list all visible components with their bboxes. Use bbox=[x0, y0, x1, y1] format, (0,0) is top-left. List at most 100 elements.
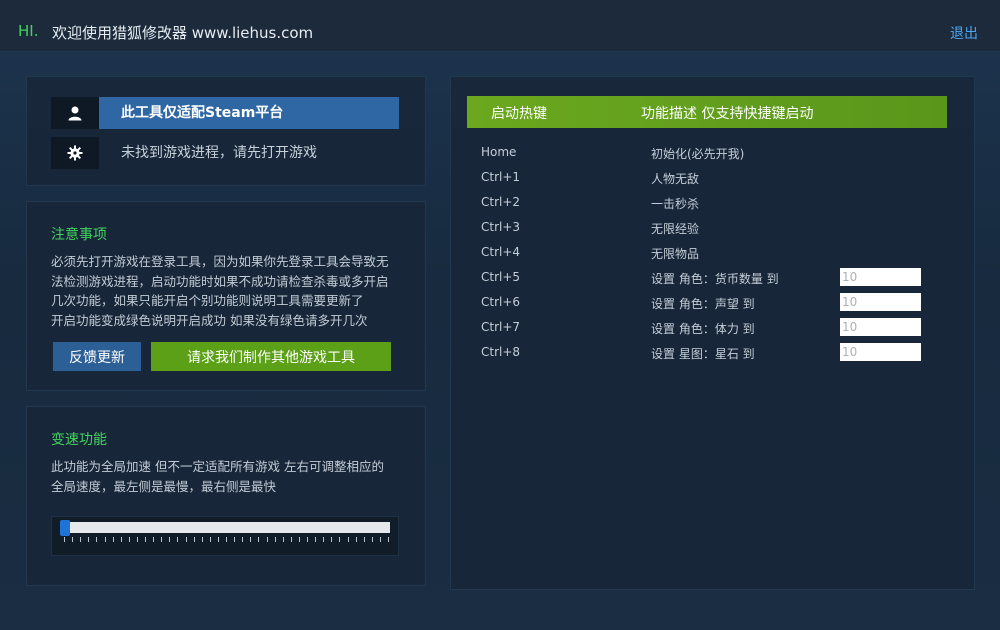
notes-text: 必须先打开游戏在登录工具，因为如果你先登录工具会导致无 法检测游戏进程，启动功能… bbox=[51, 252, 407, 330]
slider-tick bbox=[177, 537, 179, 542]
hotkey-description: 设置 角色：货币数量 到 bbox=[651, 272, 779, 286]
hotkey-key: Ctrl+7 bbox=[481, 320, 521, 334]
hotkey-row[interactable]: Ctrl+5 设置 角色：货币数量 到 bbox=[481, 267, 931, 289]
hotkey-key: Ctrl+2 bbox=[481, 195, 521, 209]
slider-tick bbox=[104, 537, 106, 542]
slider-tick bbox=[242, 537, 244, 542]
request-tool-button[interactable]: 请求我们制作其他游戏工具 bbox=[151, 342, 391, 371]
hotkey-row[interactable]: Ctrl+8 设置 星图：星石 到 bbox=[481, 342, 931, 364]
feedback-button[interactable]: 反馈更新 bbox=[53, 342, 141, 371]
hotkey-row[interactable]: Ctrl+1 人物无敌 bbox=[481, 167, 931, 189]
slider-tick bbox=[282, 537, 284, 542]
notes-line: 几次功能，如果只能开启个别功能则说明工具需要更新了 bbox=[51, 293, 364, 308]
speed-line: 全局速度，最左侧是最慢，最右侧是最快 bbox=[51, 478, 277, 494]
slider-tick bbox=[363, 537, 365, 542]
status-row: 未找到游戏进程，请先打开游戏 bbox=[51, 137, 399, 169]
hotkey-description: 设置 角色：声望 到 bbox=[651, 297, 755, 311]
slider-tick bbox=[64, 537, 65, 542]
slider-tick bbox=[88, 537, 90, 542]
slider-tick bbox=[80, 537, 82, 542]
slider-tick bbox=[307, 537, 308, 542]
slider-tick bbox=[161, 537, 163, 542]
slider-tick bbox=[274, 537, 276, 542]
header-hotkey-label: 启动热键 bbox=[491, 106, 547, 122]
slider-thumb[interactable] bbox=[60, 520, 70, 536]
slider-tick bbox=[315, 537, 317, 542]
notes-title: 注意事项 bbox=[51, 227, 107, 243]
hotkey-description: 设置 星图：星石 到 bbox=[651, 347, 755, 361]
hotkey-row[interactable]: Ctrl+3 无限经验 bbox=[481, 217, 931, 239]
slider-tick bbox=[136, 537, 138, 542]
slider-tick bbox=[331, 537, 333, 542]
slider-tick bbox=[217, 537, 219, 542]
slider-tick bbox=[209, 537, 211, 542]
hotkey-key: Ctrl+6 bbox=[481, 295, 521, 309]
reputation-value-input[interactable] bbox=[840, 293, 921, 311]
hotkey-row[interactable]: Ctrl+6 设置 角色：声望 到 bbox=[481, 292, 931, 314]
speed-title: 变速功能 bbox=[51, 432, 107, 448]
user-icon bbox=[51, 97, 99, 129]
hotkeys-header: 启动热键 功能描述 仅支持快捷键启动 bbox=[467, 96, 947, 128]
currency-value-input[interactable] bbox=[840, 268, 921, 286]
hotkey-description: 人物无敌 bbox=[651, 172, 700, 186]
slider-tick bbox=[185, 537, 187, 542]
hotkey-row[interactable]: Ctrl+4 无限物品 bbox=[481, 242, 931, 264]
slider-ticks bbox=[64, 537, 390, 545]
slider-tick bbox=[153, 537, 155, 542]
slider-tick bbox=[388, 537, 389, 542]
hotkey-key: Ctrl+8 bbox=[481, 345, 521, 359]
gear-icon bbox=[51, 137, 99, 169]
slider-tick bbox=[226, 537, 227, 542]
slider-tick bbox=[339, 537, 341, 542]
stamina-value-input[interactable] bbox=[840, 318, 921, 336]
slider-tick bbox=[112, 537, 114, 542]
slider-tick bbox=[371, 537, 373, 542]
hotkey-key: Ctrl+5 bbox=[481, 270, 521, 284]
slider-tick bbox=[355, 537, 357, 542]
slider-tick bbox=[201, 537, 203, 542]
speed-panel: 变速功能 此功能为全局加速 但不一定适配所有游戏 左右可调整相应的 全局速度，最… bbox=[26, 406, 426, 586]
slider-track[interactable] bbox=[64, 522, 390, 533]
slider-tick bbox=[72, 537, 74, 542]
speed-text: 此功能为全局加速 但不一定适配所有游戏 左右可调整相应的 全局速度，最左侧是最慢… bbox=[51, 457, 407, 496]
hotkey-row[interactable]: Home 初始化(必先开我) bbox=[481, 142, 931, 164]
hotkey-description: 设置 角色：体力 到 bbox=[651, 322, 755, 336]
speed-slider[interactable] bbox=[51, 516, 399, 556]
starstone-value-input[interactable] bbox=[840, 343, 921, 361]
slider-tick bbox=[169, 537, 171, 542]
hotkey-key: Home bbox=[481, 145, 517, 159]
hotkey-description: 无限物品 bbox=[651, 247, 700, 261]
slider-tick bbox=[258, 537, 260, 542]
notes-line: 法检测游戏进程，启动功能时如果不成功请检查杀毒或多开启 bbox=[51, 273, 389, 289]
slider-tick bbox=[323, 537, 325, 542]
hotkeys-panel: 启动热键 功能描述 仅支持快捷键启动 Home 初始化(必先开我) Ctrl+1… bbox=[450, 76, 975, 590]
slider-tick bbox=[347, 537, 349, 542]
hotkey-description: 初始化(必先开我) bbox=[651, 147, 745, 161]
speed-line: 此功能为全局加速 但不一定适配所有游戏 左右可调整相应的 bbox=[51, 459, 384, 474]
platform-row: 此工具仅适配Steam平台 bbox=[51, 97, 399, 129]
app-title: 欢迎使用猎狐修改器 www.liehus.com bbox=[52, 24, 314, 42]
greeting-label: HI. bbox=[18, 22, 39, 40]
slider-tick bbox=[266, 537, 268, 542]
slider-tick bbox=[250, 537, 252, 542]
slider-tick bbox=[193, 537, 195, 542]
notes-line: 开启功能变成绿色说明开启成功 如果没有绿色请多开几次 bbox=[51, 312, 368, 328]
hotkey-description: 无限经验 bbox=[651, 222, 700, 236]
hotkey-key: Ctrl+3 bbox=[481, 220, 521, 234]
hotkey-key: Ctrl+1 bbox=[481, 170, 521, 184]
header-description-label: 功能描述 仅支持快捷键启动 bbox=[641, 106, 814, 122]
exit-link[interactable]: 退出 bbox=[950, 23, 978, 43]
platform-label: 此工具仅适配Steam平台 bbox=[99, 97, 399, 129]
slider-tick bbox=[290, 537, 292, 542]
info-panel: 此工具仅适配Steam平台 未找到游戏进程，请先打开游戏 bbox=[26, 76, 426, 186]
hotkey-row[interactable]: Ctrl+7 设置 角色：体力 到 bbox=[481, 317, 931, 339]
slider-tick bbox=[298, 537, 300, 542]
hotkey-key: Ctrl+4 bbox=[481, 245, 521, 259]
hotkey-description: 一击秒杀 bbox=[651, 197, 700, 211]
hotkey-row[interactable]: Ctrl+2 一击秒杀 bbox=[481, 192, 931, 214]
game-status-label: 未找到游戏进程，请先打开游戏 bbox=[121, 145, 317, 161]
slider-tick bbox=[120, 537, 122, 542]
slider-tick bbox=[379, 537, 381, 542]
slider-tick bbox=[96, 537, 98, 542]
title-bar: HI. 欢迎使用猎狐修改器 www.liehus.com 退出 bbox=[0, 0, 1000, 52]
